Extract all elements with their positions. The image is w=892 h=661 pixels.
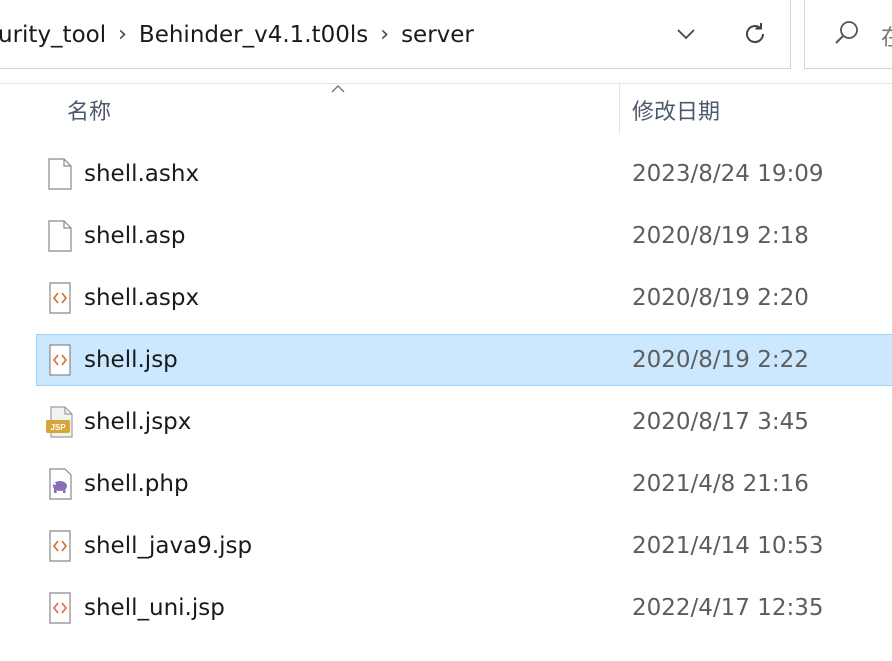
file-name: shell.asp: [84, 223, 186, 249]
file-name: shell_uni.jsp: [84, 595, 225, 621]
breadcrumb-item-server[interactable]: server: [395, 22, 480, 48]
jsp-badge-text: JSP: [50, 423, 66, 432]
column-header-name[interactable]: 名称: [67, 94, 111, 126]
blank-file-icon: [48, 158, 72, 190]
refresh-button[interactable]: [736, 15, 774, 53]
file-name: shell.aspx: [84, 285, 200, 311]
address-bar[interactable]: urity_tool › Behinder_v4.1.t00ls › serve…: [0, 0, 791, 69]
breadcrumb-item-behinder[interactable]: Behinder_v4.1.t00ls: [133, 22, 374, 48]
sort-ascending-icon: [331, 85, 345, 93]
breadcrumb: urity_tool › Behinder_v4.1.t00ls › serve…: [0, 0, 480, 69]
refresh-icon: [746, 23, 764, 43]
search-placeholder: 在: [881, 20, 892, 52]
file-row[interactable]: JSP shell.jspx 2020/8/17 3:45: [0, 392, 892, 454]
code-file-icon: [49, 344, 71, 376]
search-box[interactable]: 在: [804, 0, 892, 69]
file-row[interactable]: shell.ashx 2023/8/24 19:09: [0, 144, 892, 206]
file-row[interactable]: shell_uni.jsp 2022/4/17 12:35: [0, 578, 892, 640]
column-header-date-modified[interactable]: 修改日期: [632, 94, 720, 126]
code-file-icon: [49, 592, 71, 624]
file-name: shell.jsp: [84, 347, 178, 373]
file-date: 2021/4/14 10:53: [632, 533, 824, 559]
file-date: 2020/8/19 2:22: [632, 347, 809, 373]
file-list: shell.ashx 2023/8/24 19:09 shell.asp 202…: [0, 144, 892, 640]
search-icon: [835, 21, 858, 44]
chevron-right-icon[interactable]: ›: [112, 22, 133, 47]
code-file-icon: [49, 530, 71, 562]
file-date: 2022/4/17 12:35: [632, 595, 824, 621]
chevron-right-icon[interactable]: ›: [374, 22, 395, 47]
file-row[interactable]: shell.asp 2020/8/19 2:18: [0, 206, 892, 268]
chevron-down-icon: [677, 29, 695, 40]
file-name: shell.jspx: [84, 409, 192, 435]
file-date: 2021/4/8 21:16: [632, 471, 809, 497]
file-name: shell.php: [84, 471, 189, 497]
file-row[interactable]: shell_java9.jsp 2021/4/14 10:53: [0, 516, 892, 578]
file-row-selected[interactable]: shell.jsp 2020/8/19 2:22: [0, 330, 892, 392]
code-file-icon: [49, 282, 71, 314]
file-date: 2020/8/19 2:18: [632, 223, 809, 249]
breadcrumb-item-security-tool[interactable]: urity_tool: [0, 22, 112, 48]
toolbar-divider: [0, 83, 892, 84]
file-date: 2020/8/17 3:45: [632, 409, 809, 435]
file-date: 2020/8/19 2:20: [632, 285, 809, 311]
file-date: 2023/8/24 19:09: [632, 161, 824, 187]
php-file-icon: [49, 468, 72, 500]
blank-file-icon: [48, 220, 72, 252]
file-row[interactable]: shell.aspx 2020/8/19 2:20: [0, 268, 892, 330]
file-row[interactable]: shell.php 2021/4/8 21:16: [0, 454, 892, 516]
file-name: shell_java9.jsp: [84, 533, 253, 559]
address-history-dropdown-button[interactable]: [670, 17, 702, 51]
file-name: shell.ashx: [84, 161, 200, 187]
column-divider[interactable]: [619, 84, 620, 134]
jsp-file-icon: JSP: [46, 406, 73, 438]
